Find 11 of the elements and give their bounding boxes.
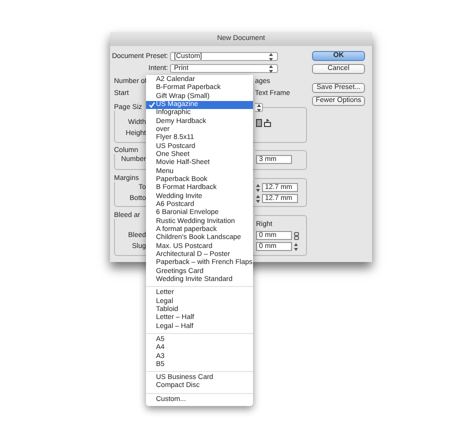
stepper-icon[interactable] [294,242,298,250]
chain-link-icon[interactable] [294,232,299,240]
stepper-icon[interactable] [269,64,273,72]
portrait-page-icon[interactable] [256,118,262,126]
dropdown-select[interactable] [255,103,263,112]
checkmark-icon [149,102,155,108]
stepper-icon[interactable] [269,52,273,60]
landscape-page-icon[interactable] [264,118,271,126]
stepper-icon[interactable] [256,184,260,192]
stepper-icon[interactable] [256,194,260,202]
stepper-icon[interactable] [256,104,260,112]
